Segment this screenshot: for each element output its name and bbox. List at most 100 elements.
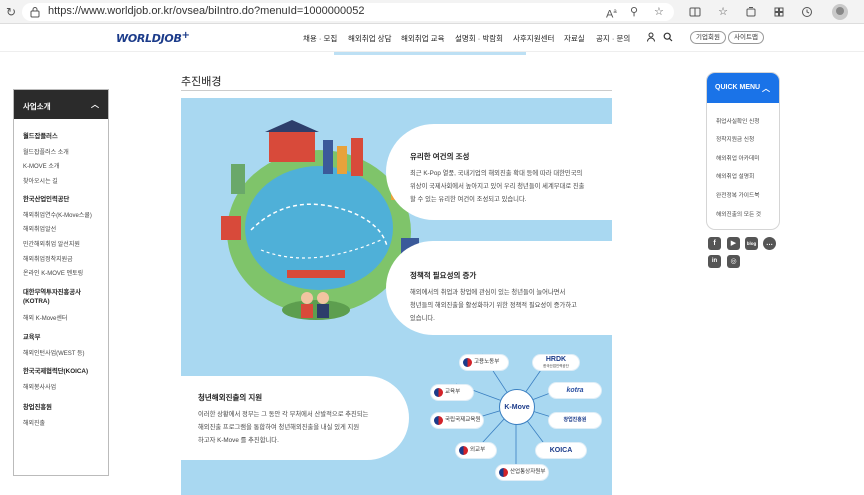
section-card-policy: 정책적 필요성의 증가 해외에서의 취업과 창업에 관심이 있는 청년들이 늘어… <box>386 241 612 335</box>
user-icon[interactable] <box>646 32 656 42</box>
hrdk-sub: 한국산업인력공단 <box>543 364 569 368</box>
sidebar-item[interactable]: 해외취업정착지원금 <box>23 254 73 263</box>
org-label: 교육부 <box>445 389 461 395</box>
split-screen-icon[interactable] <box>688 5 702 19</box>
site-header: WORLDJOB+ 채용 · 모집 해외취업 상담 해외취업 교육 설명회 · … <box>0 24 864 52</box>
sidebar-item[interactable]: 민간해외취업 알선지원 <box>23 239 80 248</box>
sidebar-item[interactable]: 찾아오시는 길 <box>23 176 58 185</box>
section-text: 최근 K-Pop 열풍, 국내기업의 해외진출 확대 등에 따라 대한민국의 <box>410 170 583 177</box>
sidebar-group-hrdk[interactable]: 한국산업인력공단 <box>23 195 107 204</box>
quick-menu-header[interactable]: QUICK MENU ︿ <box>707 73 779 103</box>
org-kotra: kotra <box>549 383 601 398</box>
sidebar-item[interactable]: 온라인 K-MOVE 멘토링 <box>23 268 83 277</box>
sidebar-item[interactable]: K-MOVE 소개 <box>23 161 59 170</box>
kmove-center-logo: K-Move <box>499 389 535 425</box>
org-foreign-ministry: 외교부 <box>456 443 496 458</box>
worldjob-logo[interactable]: WORLDJOB+ <box>116 30 190 45</box>
quick-menu-item[interactable]: 해외진출의 모든 것 <box>716 209 761 218</box>
org-label: 고용노동부 <box>474 359 500 365</box>
youtube-icon[interactable]: ▶ <box>727 237 740 250</box>
org-kised: 창업진흥원 <box>549 413 601 428</box>
facebook-icon[interactable]: f <box>708 237 721 250</box>
section-card-support: 청년해외진출의 지원 이러한 상황에서 정부는 그 동안 각 부처에서 산발적으… <box>181 376 409 460</box>
instagram-icon[interactable]: ◎ <box>727 255 740 268</box>
quick-menu-item[interactable]: 완전정복 가이드북 <box>716 190 759 199</box>
sidebar-header[interactable]: 사업소개 ︿ <box>14 90 108 119</box>
government-emblem-icon <box>499 468 508 477</box>
section-text: 해외진출 프로그램을 통합하여 청년해외진출을 내실 있게 지원 <box>198 424 360 431</box>
org-label: 국립국제교육원 <box>445 417 481 423</box>
member-button[interactable]: 기업회원 <box>690 31 726 44</box>
sidebar-group-koica[interactable]: 한국국제협력단(KOICA) <box>23 367 107 376</box>
org-label: 외교부 <box>470 447 486 453</box>
title-divider <box>181 90 612 91</box>
section-text: 해외에서의 취업과 창업에 관심이 있는 청년들이 늘어나면서 <box>410 289 566 296</box>
section-text: 할 수 있는 유리한 여건이 조성되고 있습니다. <box>410 196 527 203</box>
talk-icon[interactable]: … <box>763 237 776 250</box>
quick-menu-item[interactable]: 취업사실확인 신청 <box>716 116 759 125</box>
extensions-icon[interactable] <box>772 5 786 19</box>
org-hrdk: HRDK 한국산업인력공단 <box>533 355 579 370</box>
sidebar-group-worldjob[interactable]: 월드잡플러스 <box>23 132 107 141</box>
nav-archive[interactable]: 자료실 <box>564 33 585 44</box>
logo-text: WORLDJOB <box>116 32 182 45</box>
browser-toolbar: ↻ https://www.worldjob.or.kr/ovsea/biInt… <box>0 0 864 24</box>
sidebar-group-startup[interactable]: 창업진흥원 <box>23 403 107 412</box>
collections-icon[interactable] <box>744 5 758 19</box>
search-icon[interactable] <box>663 32 673 42</box>
quick-menu: QUICK MENU ︿ 취업사실확인 신청 정착지원금 신청 해외취업 아카데… <box>706 72 780 230</box>
chevron-up-icon[interactable]: ︿ <box>91 99 99 110</box>
sidebar-title: 사업소개 <box>23 102 51 111</box>
url-text: https://www.worldjob.or.kr/ovsea/biIntro… <box>48 5 365 17</box>
section-text: 위상이 국제사회에서 높아지고 있어 우리 청년들이 세계무대로 진출 <box>410 183 585 190</box>
section-card-favorable: 유리한 여건의 조성 최근 K-Pop 열풍, 국내기업의 해외진출 확대 등에… <box>386 124 612 220</box>
nav-education[interactable]: 해외취업 교육 <box>401 33 444 44</box>
reload-icon[interactable]: ↻ <box>3 4 19 20</box>
sidebar-group-kotra[interactable]: 대한무역투자진흥공사 (KOTRA) <box>23 288 107 306</box>
koica-logo: KOICA <box>549 447 573 454</box>
address-bar[interactable]: https://www.worldjob.or.kr/ovsea/biIntro… <box>22 3 674 21</box>
read-aloud-icon[interactable]: Aa <box>606 6 617 21</box>
section-text: 있습니다. <box>410 315 435 322</box>
sidebar-item[interactable]: 월드잡플러스 소개 <box>23 147 69 156</box>
linkedin-icon[interactable]: in <box>708 255 721 268</box>
quick-menu-item[interactable]: 정착지원금 신청 <box>716 134 754 143</box>
zoom-icon[interactable]: ⚲ <box>630 6 638 18</box>
sidebar-item[interactable]: 해외인턴사업(WEST 등) <box>23 348 85 357</box>
sidebar-item[interactable]: 해외취업알선 <box>23 224 56 233</box>
org-nipa: 국립국제교육원 <box>431 413 483 428</box>
history-icon[interactable] <box>800 5 814 19</box>
org-koica: KOICA <box>536 443 586 458</box>
sidebar-group-moe[interactable]: 교육부 <box>23 333 107 342</box>
section-text: 이러한 상황에서 정부는 그 동안 각 부처에서 산발적으로 추진되는 <box>198 411 369 418</box>
org-labor-ministry: 고용노동부 <box>460 355 508 370</box>
kised-logo: 창업진흥원 <box>563 417 587 423</box>
quick-menu-item[interactable]: 해외취업 아카데미 <box>716 153 759 162</box>
org-motie: 산업통상자원부 <box>496 465 548 480</box>
sidebar-item[interactable]: 해외취업연수(K-Move스쿨) <box>23 210 92 219</box>
government-emblem-icon <box>434 416 443 425</box>
blog-icon[interactable]: blog <box>745 237 758 250</box>
favorites-icon[interactable]: ☆ <box>716 5 730 19</box>
quick-menu-item[interactable]: 해외취업 설명회 <box>716 171 754 180</box>
sidebar: 사업소개 ︿ 월드잡플러스 월드잡플러스 소개 K-MOVE 소개 찾아오시는 … <box>13 89 109 476</box>
top-banner-strip <box>334 52 526 55</box>
sitemap-button[interactable]: 사이트맵 <box>728 31 764 44</box>
sidebar-item[interactable]: 해외봉사사업 <box>23 382 56 391</box>
nav-aftercare[interactable]: 사후지원센터 <box>513 33 554 44</box>
logo-plus: + <box>181 30 190 41</box>
kmove-logo-text: K-Move <box>504 404 530 411</box>
nav-fair[interactable]: 설명회 · 박람회 <box>455 33 503 44</box>
nav-notice[interactable]: 공지 · 문의 <box>596 33 630 44</box>
government-emblem-icon <box>463 358 472 367</box>
chevron-up-icon[interactable]: ︿ <box>762 83 770 94</box>
nav-recruit[interactable]: 채용 · 모집 <box>303 33 337 44</box>
nav-consult[interactable]: 해외취업 상담 <box>348 33 391 44</box>
quick-menu-title: QUICK MENU <box>715 84 761 91</box>
sidebar-item[interactable]: 해외진출 <box>23 418 45 427</box>
background-infographic: 유리한 여건의 조성 최근 K-Pop 열풍, 국내기업의 해외진출 확대 등에… <box>181 98 612 495</box>
profile-avatar[interactable] <box>832 4 848 20</box>
favorite-star-icon[interactable]: ☆ <box>654 6 664 18</box>
government-emblem-icon <box>434 388 443 397</box>
sidebar-item[interactable]: 해외 K-Move센터 <box>23 313 67 322</box>
